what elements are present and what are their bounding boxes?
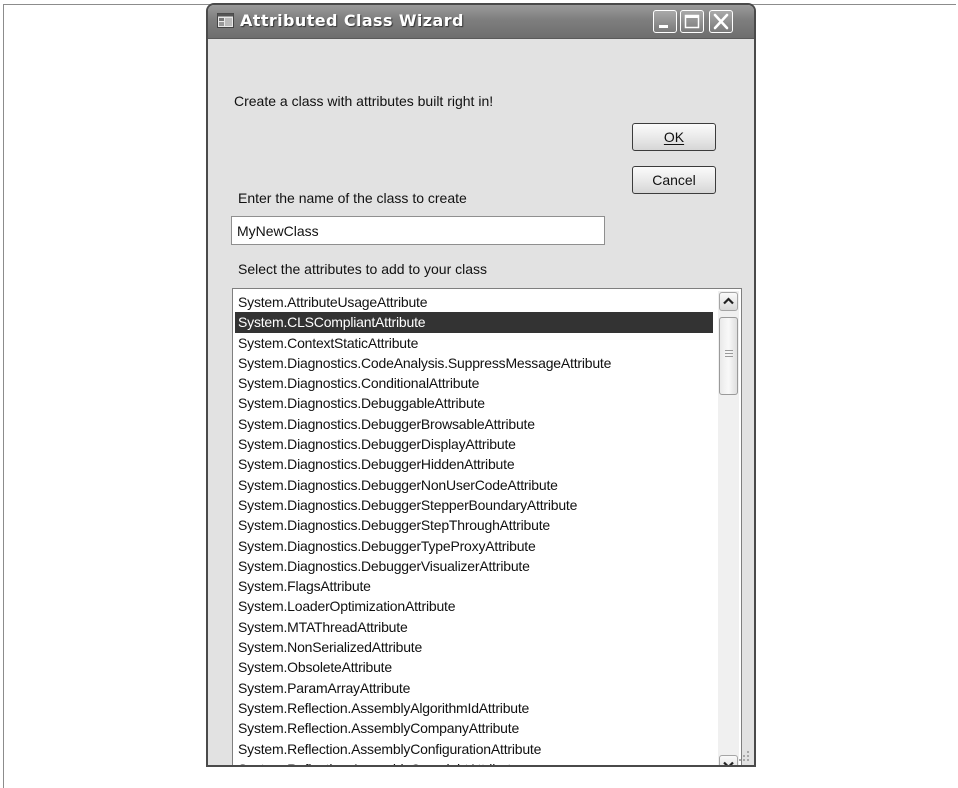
list-item[interactable]: System.Diagnostics.DebuggerStepperBounda… — [235, 495, 713, 515]
attributes-listbox[interactable]: System.AttributeUsageAttribute System.CLS… — [232, 288, 742, 765]
chevron-up-icon — [723, 297, 734, 305]
list-item[interactable]: System.Reflection.AssemblyAlgorithmIdAtt… — [235, 698, 713, 718]
chevron-down-icon — [723, 761, 734, 765]
list-item[interactable]: System.Diagnostics.DebuggerHiddenAttribu… — [235, 454, 713, 474]
intro-text: Create a class with attributes built rig… — [234, 93, 494, 109]
class-name-label: Enter the name of the class to create — [238, 190, 467, 206]
list-item[interactable]: System.MTAThreadAttribute — [235, 617, 713, 637]
wizard-window: Attributed Class Wizard Create a class w… — [206, 3, 756, 767]
ok-button-label: OK — [663, 129, 685, 145]
size-grip-icon[interactable] — [736, 748, 750, 762]
list-item[interactable]: System.Diagnostics.DebuggableAttribute — [235, 393, 713, 413]
cancel-button-label: Cancel — [652, 172, 696, 188]
scroll-thumb[interactable] — [719, 317, 738, 395]
list-item[interactable]: System.Reflection.AssemblyConfigurationA… — [235, 739, 713, 759]
list-item[interactable]: System.Diagnostics.ConditionalAttribute — [235, 373, 713, 393]
minimize-icon — [659, 25, 668, 28]
list-item[interactable]: System.Diagnostics.DebuggerNonUserCodeAt… — [235, 475, 713, 495]
app-icon — [217, 13, 234, 28]
close-button[interactable] — [709, 10, 733, 33]
dialog-client-area: Create a class with attributes built rig… — [208, 39, 754, 765]
maximize-icon — [684, 14, 700, 29]
list-item[interactable]: System.LoaderOptimizationAttribute — [235, 596, 713, 616]
window-title: Attributed Class Wizard — [240, 11, 464, 30]
list-item[interactable]: System.Diagnostics.DebuggerVisualizerAtt… — [235, 556, 713, 576]
attributes-label: Select the attributes to add to your cla… — [238, 261, 488, 277]
list-item[interactable]: System.ObsoleteAttribute — [235, 657, 713, 677]
list-item[interactable]: System.Reflection.AssemblyCopyrightAttri… — [235, 759, 713, 765]
list-item[interactable]: System.Diagnostics.DebuggerTypeProxyAttr… — [235, 536, 713, 556]
class-name-input[interactable] — [231, 216, 605, 245]
list-item[interactable]: System.FlagsAttribute — [235, 576, 713, 596]
ok-button[interactable]: OK — [632, 123, 716, 151]
list-item[interactable]: System.ContextStaticAttribute — [235, 333, 713, 353]
list-item[interactable]: System.Diagnostics.DebuggerBrowsableAttr… — [235, 414, 713, 434]
vertical-scrollbar[interactable] — [718, 291, 739, 765]
attributes-list: System.AttributeUsageAttribute System.CLS… — [235, 292, 713, 765]
minimize-button[interactable] — [653, 10, 677, 33]
list-item[interactable]: System.CLSCompliantAttribute — [235, 312, 713, 333]
list-item[interactable]: System.AttributeUsageAttribute — [235, 292, 713, 312]
list-item[interactable]: System.Diagnostics.CodeAnalysis.Suppress… — [235, 353, 713, 373]
list-item[interactable]: System.Diagnostics.DebuggerDisplayAttrib… — [235, 434, 713, 454]
list-item[interactable]: System.Reflection.AssemblyCompanyAttribu… — [235, 718, 713, 738]
list-item[interactable]: System.Diagnostics.DebuggerStepThroughAt… — [235, 515, 713, 535]
scroll-up-button[interactable] — [719, 292, 738, 311]
close-icon — [713, 13, 729, 30]
cancel-button[interactable]: Cancel — [632, 166, 716, 194]
grip-lines-icon — [725, 350, 733, 358]
title-bar[interactable]: Attributed Class Wizard — [208, 5, 754, 39]
list-item[interactable]: System.ParamArrayAttribute — [235, 678, 713, 698]
list-item[interactable]: System.NonSerializedAttribute — [235, 637, 713, 657]
maximize-button[interactable] — [680, 10, 704, 33]
